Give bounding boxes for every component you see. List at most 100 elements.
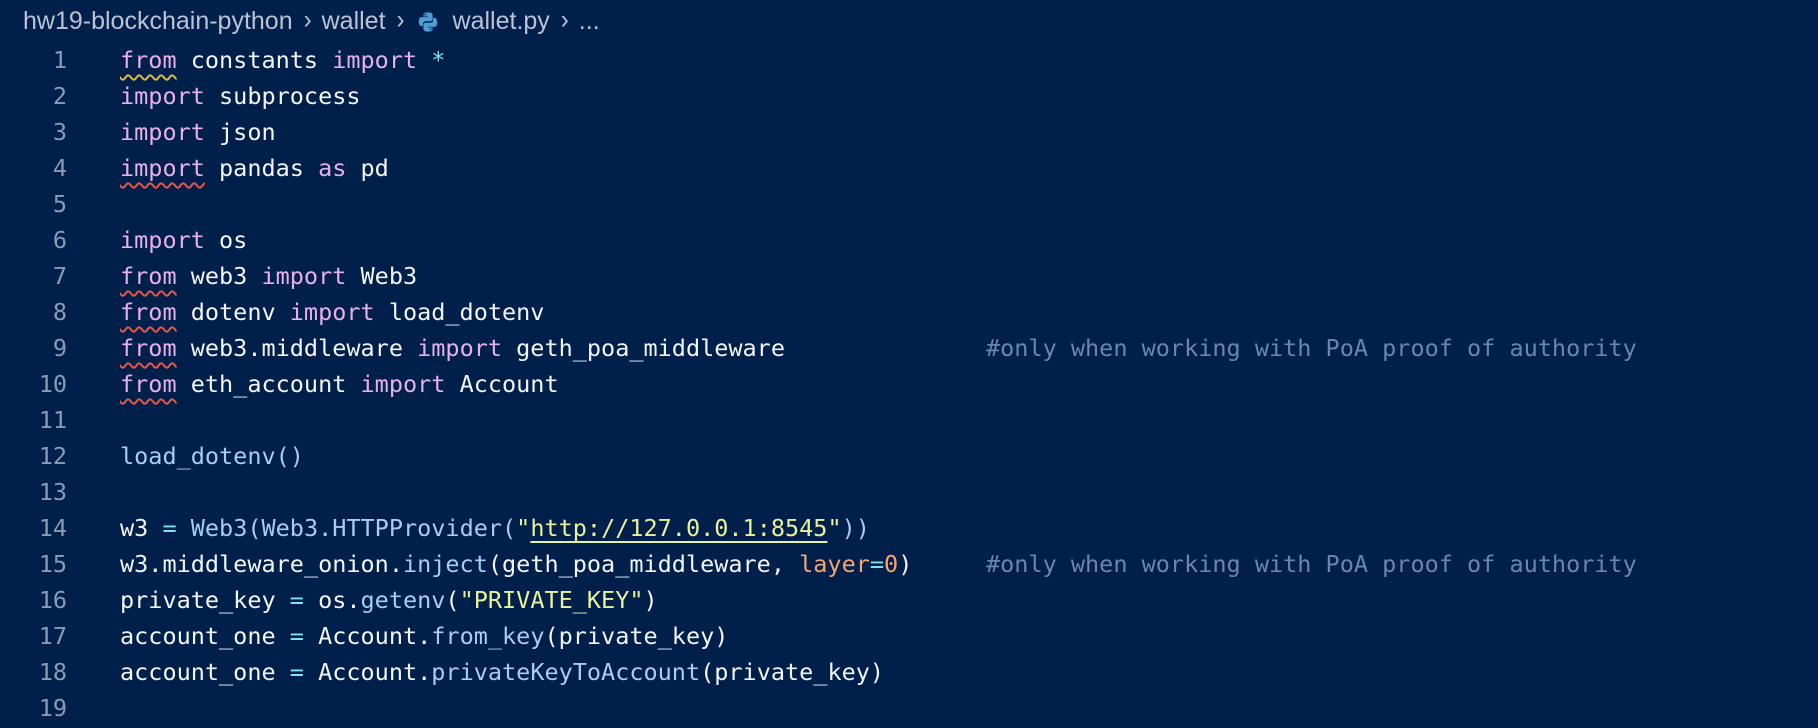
code-comment: #only when working with PoA proof of aut… <box>986 334 1637 362</box>
code-token: load_dotenv <box>374 298 545 326</box>
code-token: " <box>827 514 842 542</box>
code-text: load_dotenv() <box>120 438 304 474</box>
code-token: import <box>120 82 205 110</box>
code-token: pandas <box>204 154 319 182</box>
code-token: from <box>120 46 177 74</box>
code-token: account_one <box>120 658 290 686</box>
code-token: dotenv <box>176 298 290 326</box>
code-token: (geth_poa_middleware, <box>487 550 800 578</box>
code-text: import json <box>120 114 276 150</box>
code-token: ) <box>898 550 913 578</box>
code-line[interactable]: 1 from constants import * <box>0 42 1818 78</box>
line-number: 5 <box>52 190 67 218</box>
code-token: geth_poa_middleware <box>502 334 785 362</box>
line-number: 19 <box>38 694 67 722</box>
code-text: from web3.middleware import geth_poa_mid… <box>120 330 785 366</box>
code-token: import <box>417 334 503 362</box>
code-token: from_key <box>431 622 545 650</box>
code-token: import <box>289 298 375 326</box>
line-number: 7 <box>52 262 67 290</box>
code-comment: #only when working with PoA proof of aut… <box>986 550 1637 578</box>
code-token: import <box>120 154 205 182</box>
line-number: 9 <box>52 334 67 362</box>
code-line[interactable]: 12 load_dotenv() <box>0 438 1818 474</box>
code-token: import <box>332 46 418 74</box>
code-token: pd <box>346 154 389 182</box>
breadcrumb: hw19-blockchain-python › wallet › wallet… <box>21 0 602 42</box>
code-text: from constants import * <box>120 42 445 78</box>
line-number: 13 <box>38 478 67 506</box>
chevron-right-icon: › <box>303 5 312 36</box>
code-token: os. <box>303 586 361 614</box>
code-text: import pandas as pd <box>120 150 389 186</box>
line-number: 1 <box>52 46 67 74</box>
code-token: w3.middleware_onion. <box>120 550 403 578</box>
code-token: web3 <box>176 262 262 290</box>
code-token: account_one <box>120 622 290 650</box>
code-text: import subprocess <box>120 78 361 114</box>
code-token: import <box>120 226 205 254</box>
breadcrumb-more[interactable]: ... <box>577 7 602 36</box>
breadcrumb-folder[interactable]: wallet <box>320 7 388 36</box>
code-line[interactable]: 19 <box>0 690 1818 726</box>
code-token: eth_account <box>176 370 361 398</box>
code-text: account_one = Account.from_key(private_k… <box>120 618 728 654</box>
code-line[interactable]: 8 from dotenv import load_dotenv <box>0 294 1818 330</box>
code-text: private_key = os.getenv("PRIVATE_KEY") <box>120 582 658 618</box>
code-token: inject <box>402 550 488 578</box>
code-line[interactable]: 11 <box>0 402 1818 438</box>
code-token: "PRIVATE_KEY" <box>459 586 644 614</box>
breadcrumb-file[interactable]: wallet.py <box>451 7 552 36</box>
line-number: 6 <box>52 226 67 254</box>
code-text: account_one = Account.privateKeyToAccoun… <box>120 654 884 690</box>
breadcrumb-project[interactable]: hw19-blockchain-python <box>21 7 295 36</box>
code-token: Account. <box>303 622 432 650</box>
code-token: from <box>120 334 177 362</box>
code-line[interactable]: 18 account_one = Account.privateKeyToAcco… <box>0 654 1818 690</box>
code-token: web3.middleware <box>176 334 418 362</box>
code-line[interactable]: 10 from eth_account import Account <box>0 366 1818 402</box>
line-number: 3 <box>52 118 67 146</box>
code-token: layer <box>799 550 870 578</box>
code-line[interactable]: 15 w3.middleware_onion.inject(geth_poa_mi… <box>0 546 1818 582</box>
code-text: from web3 import Web3 <box>120 258 417 294</box>
code-token: " <box>516 514 531 542</box>
code-line[interactable]: 7 from web3 import Web3 <box>0 258 1818 294</box>
code-token: * <box>417 46 446 74</box>
code-line[interactable]: 17 account_one = Account.from_key(private… <box>0 618 1818 654</box>
line-number: 18 <box>38 658 67 686</box>
code-line[interactable]: 13 <box>0 474 1818 510</box>
code-token: = <box>869 550 885 578</box>
code-token: getenv <box>360 586 446 614</box>
code-line[interactable]: 16 private_key = os.getenv("PRIVATE_KEY") <box>0 582 1818 618</box>
code-line[interactable]: 9 from web3.middleware import geth_poa_mi… <box>0 330 1818 366</box>
code-text: w3 = Web3(Web3.HTTPProvider("http://127.… <box>120 510 870 546</box>
code-editor[interactable]: 1 from constants import * 2 import subproce… <box>0 42 1818 728</box>
code-token: ) <box>643 586 658 614</box>
code-token: Account <box>445 370 559 398</box>
code-line[interactable]: 3 import json <box>0 114 1818 150</box>
code-token: as <box>318 154 347 182</box>
code-line[interactable]: 14 w3 = Web3(Web3.HTTPProvider("http://12… <box>0 510 1818 546</box>
code-line[interactable]: 4 import pandas as pd <box>0 150 1818 186</box>
code-text: w3.middleware_onion.inject(geth_poa_midd… <box>120 546 912 582</box>
code-token: Web3(Web3.HTTPProvider( <box>176 514 517 542</box>
line-number: 15 <box>38 550 67 578</box>
code-token: json <box>204 118 276 146</box>
code-text: from dotenv import load_dotenv <box>120 294 544 330</box>
line-number: 10 <box>38 370 67 398</box>
chevron-right-icon: › <box>396 5 405 36</box>
code-token: )) <box>841 514 870 542</box>
line-number: 2 <box>52 82 67 110</box>
code-line[interactable]: 2 import subprocess <box>0 78 1818 114</box>
line-number: 16 <box>38 586 67 614</box>
code-line[interactable]: 6 import os <box>0 222 1818 258</box>
line-number: 11 <box>38 406 67 434</box>
code-token: import <box>261 262 347 290</box>
code-token: = <box>289 622 304 650</box>
code-token: load_dotenv() <box>120 442 304 470</box>
code-token: subprocess <box>204 82 361 110</box>
code-text: import os <box>120 222 247 258</box>
code-token: from <box>120 370 177 398</box>
code-line[interactable]: 5 <box>0 186 1818 222</box>
